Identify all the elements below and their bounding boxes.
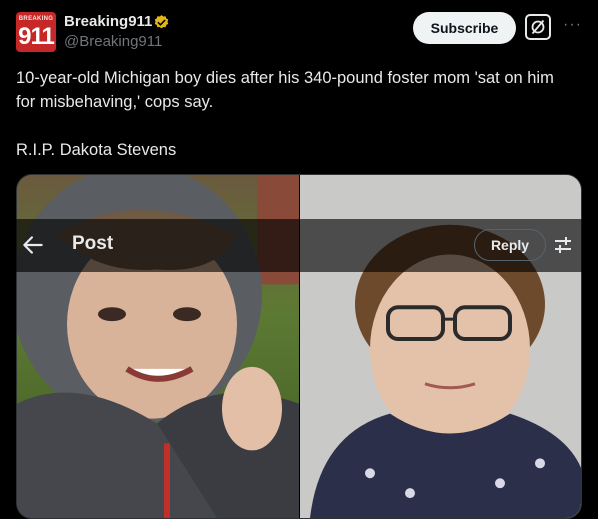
- user-handle[interactable]: @Breaking911: [64, 33, 162, 50]
- more-icon[interactable]: ···: [563, 16, 582, 34]
- back-arrow-icon[interactable]: [20, 232, 46, 258]
- post-title: Post: [72, 233, 114, 254]
- sliders-icon[interactable]: [553, 235, 573, 255]
- avatar[interactable]: BREAKING 911: [16, 12, 56, 52]
- display-name[interactable]: Breaking911: [64, 13, 152, 30]
- tweet-text: 10-year-old Michigan boy dies after his …: [16, 69, 554, 159]
- reply-button[interactable]: Reply: [474, 229, 546, 261]
- post-header-bar: Post Reply: [16, 219, 582, 272]
- avatar-label-top: BREAKING: [18, 16, 54, 22]
- avatar-label-number: 911: [18, 23, 55, 50]
- grok-icon[interactable]: [525, 14, 551, 40]
- subscribe-button[interactable]: Subscribe: [413, 12, 516, 44]
- verified-badge-icon: [154, 15, 169, 29]
